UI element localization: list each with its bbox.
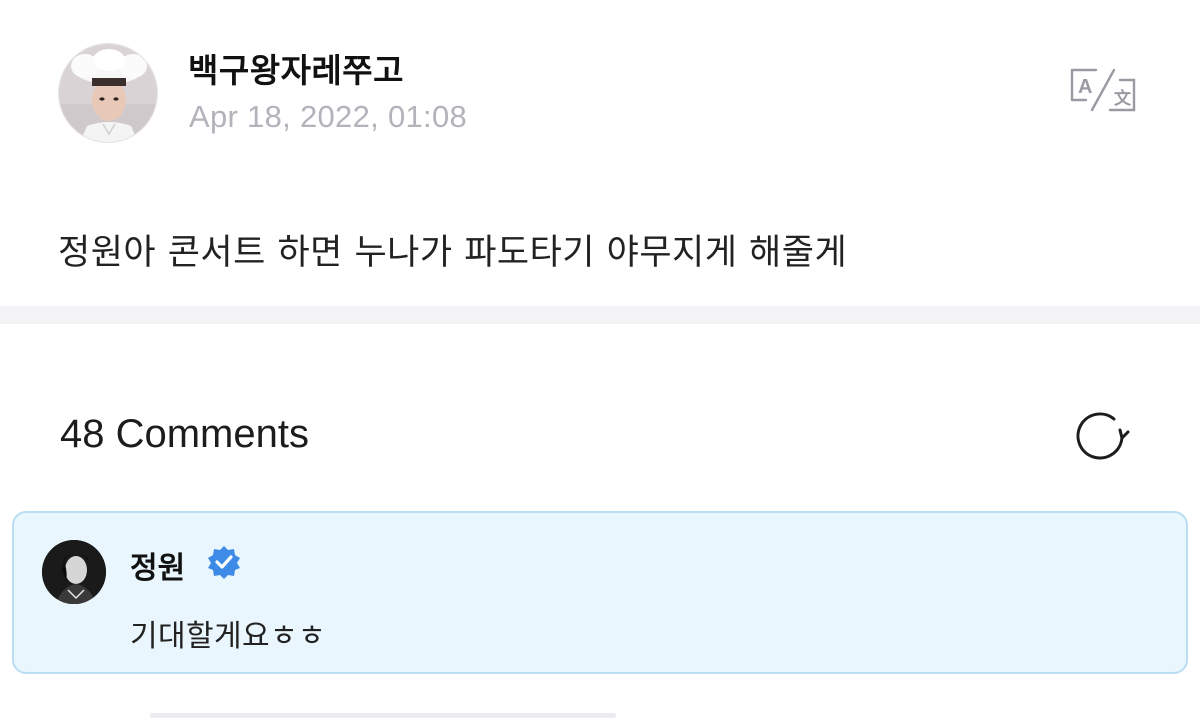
post-body-text: 정원아 콘서트 하면 누나가 파도타기 야무지게 해줄게 [58, 233, 848, 273]
refresh-comments-button[interactable] [1074, 410, 1130, 462]
refresh-icon [1076, 412, 1130, 460]
commenter-avatar[interactable] [42, 540, 106, 604]
svg-text:A: A [1078, 76, 1092, 98]
svg-text:文: 文 [1114, 88, 1132, 109]
author-name[interactable]: 백구왕자레쭈고 [188, 44, 404, 92]
commenter-name[interactable]: 정원 [130, 543, 185, 587]
comments-count-heading: 48 Comments [60, 412, 309, 456]
post-timestamp: Apr 18, 2022, 01:08 [189, 99, 468, 134]
commenter-avatar-image [42, 540, 106, 604]
next-comment-peek [150, 713, 616, 718]
translate-icon: A 文 [1070, 68, 1136, 112]
author-avatar-image [59, 44, 157, 142]
post-page: 백구왕자레쭈고 Apr 18, 2022, 01:08 A 文 정원아 콘서트 … [0, 0, 1200, 718]
post-header: 백구왕자레쭈고 Apr 18, 2022, 01:08 A 文 [0, 0, 1200, 180]
translate-button[interactable]: A 文 [1066, 66, 1140, 114]
verified-badge-icon [207, 545, 241, 579]
author-avatar[interactable] [58, 43, 158, 143]
section-divider [0, 306, 1200, 324]
comment-text: 기대할게요ㅎㅎ [130, 619, 326, 654]
highlighted-comment[interactable]: 정원 기대할게요ㅎㅎ [12, 511, 1188, 674]
